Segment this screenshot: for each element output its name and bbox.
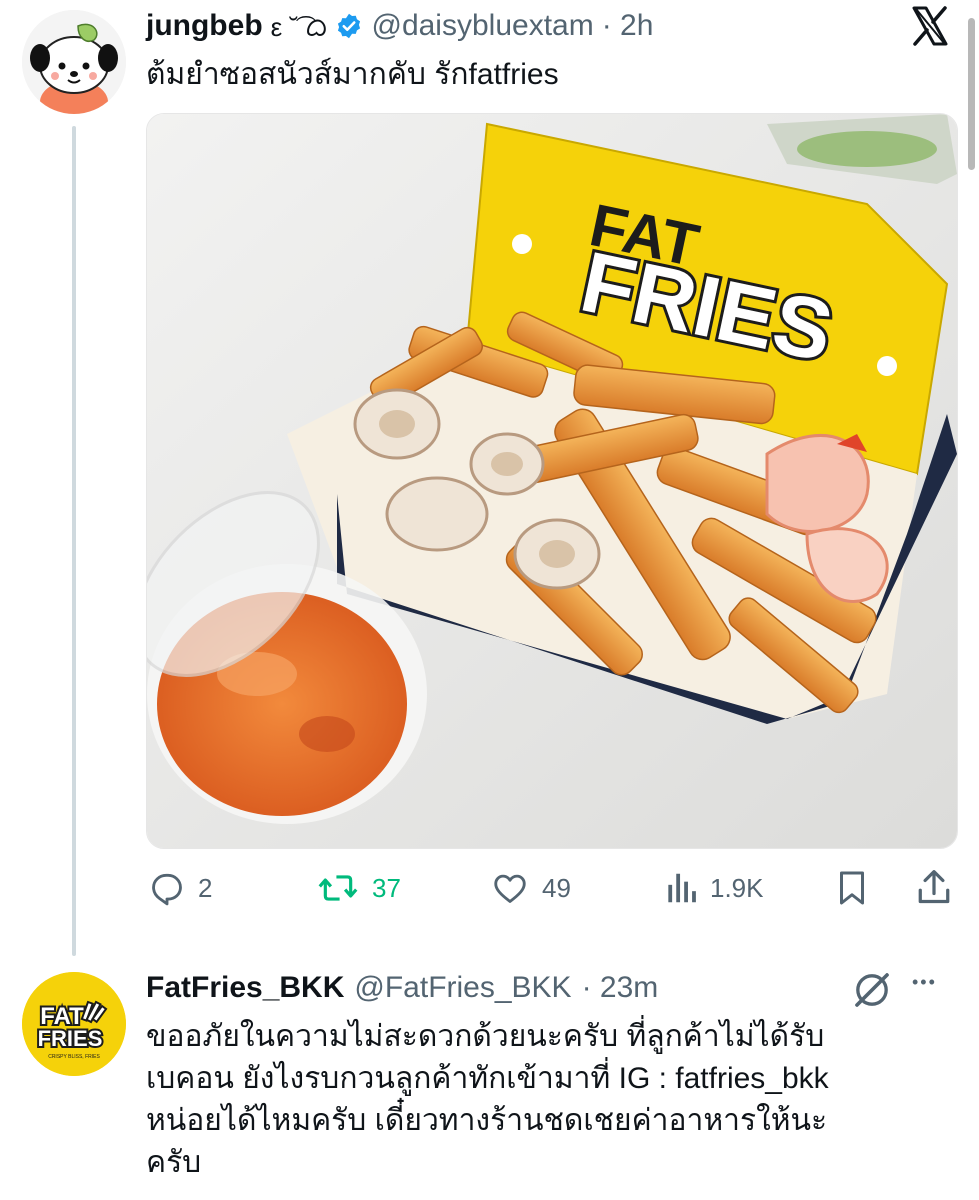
- tweet-1-header: jungbeb ε ˘͡ ᜊ @daisybluextam · 2h: [146, 6, 653, 46]
- tweet-2-text-line: ครับ: [146, 1146, 202, 1179]
- author-name[interactable]: jungbeb: [146, 9, 263, 43]
- author-handle[interactable]: @FatFries_BKK: [354, 971, 571, 1005]
- tweet-1-photo[interactable]: FAT FRIES: [146, 113, 958, 849]
- views-button[interactable]: 1.9K: [664, 868, 764, 908]
- thread-connector-line: [72, 126, 76, 956]
- pochacco-avatar-icon: [22, 10, 126, 114]
- reply-count: 2: [198, 872, 213, 903]
- tweet-2-text: ขออภัยในความไม่สะดวกด้วยนะครับ ที่ลูกค้า…: [146, 1016, 946, 1184]
- like-button[interactable]: 49: [490, 868, 571, 908]
- author-handle[interactable]: @daisybluextam: [371, 9, 593, 43]
- tweet-2-header: FatFries_BKK @FatFries_BKK · 23m: [146, 968, 658, 1008]
- tweet-2-text-line: เบคอน ยังไงรบกวนลูกค้าทักเข้ามาที่ IG : …: [146, 1062, 829, 1095]
- tweet-1-text: ต้มยำซอสนัวส์มากคับ รักfatfries: [146, 58, 559, 91]
- retweet-icon: [318, 875, 358, 901]
- logo-line2: FRIES: [38, 1026, 103, 1051]
- tweet-time[interactable]: · 23m: [582, 971, 659, 1005]
- views-count: 1.9K: [710, 872, 764, 903]
- scrollbar[interactable]: [968, 18, 975, 170]
- heart-icon: [494, 874, 526, 903]
- close-icon[interactable]: [906, 2, 954, 50]
- retweet-button[interactable]: 37: [316, 868, 401, 908]
- avatar-fatfries-bkk[interactable]: FAT FRIES CRISPY BLISS, FRIES: [22, 972, 126, 1076]
- share-icon[interactable]: [914, 866, 954, 908]
- bookmark-icon[interactable]: [834, 868, 870, 908]
- food-photo: FAT FRIES: [147, 114, 957, 848]
- reply-icon: [152, 873, 182, 906]
- grok-icon[interactable]: [852, 970, 892, 1010]
- tweet-2-text-line: หน่อยได้ไหมครับ เดี๋ยวทางร้านชดเชยค่าอาห…: [146, 1104, 828, 1137]
- logo-tagline: CRISPY BLISS, FRIES: [48, 1054, 100, 1060]
- retweet-count: 37: [372, 872, 401, 903]
- views-chart-icon: [668, 873, 696, 903]
- fatfries-logo-icon: FAT FRIES CRISPY BLISS, FRIES: [22, 972, 126, 1076]
- author-name-emoticon: ε ˘͡ ᜊ: [270, 12, 328, 42]
- more-options-icon[interactable]: •••: [912, 972, 937, 1006]
- verified-badge-icon: [335, 12, 363, 40]
- reply-button[interactable]: 2: [148, 868, 212, 908]
- avatar-jungbeb[interactable]: [22, 10, 126, 114]
- tweet-2-text-line: ขออภัยในความไม่สะดวกด้วยนะครับ ที่ลูกค้า…: [146, 1020, 825, 1053]
- like-count: 49: [542, 872, 571, 903]
- tweet-time[interactable]: · 2h: [602, 9, 654, 43]
- author-name[interactable]: FatFries_BKK: [146, 971, 344, 1005]
